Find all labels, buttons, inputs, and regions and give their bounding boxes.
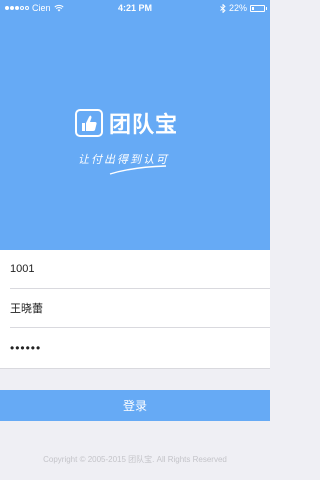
slogan-underline (109, 165, 167, 175)
login-form (0, 250, 270, 368)
app-logo: 团队宝 (75, 107, 178, 139)
app-name: 团队宝 (109, 112, 179, 137)
thumbs-up-logo-icon (75, 109, 103, 137)
battery-percent: 22% (228, 3, 247, 13)
battery-icon (250, 4, 267, 12)
password-input[interactable] (10, 340, 250, 355)
status-bar: Cien 4:21 PM 22% (0, 0, 270, 18)
name-input[interactable] (10, 302, 250, 314)
bluetooth-icon (220, 3, 226, 13)
login-button[interactable]: 登录 (0, 390, 270, 421)
password-field (10, 328, 270, 367)
slogan: 让付出得到认可 (78, 150, 198, 176)
name-field (10, 289, 270, 328)
battery-fill (252, 6, 255, 10)
copyright-text: Copyright © 2005-2015 团队宝. All Rights Re… (43, 455, 227, 464)
account-field (10, 250, 270, 289)
brand-header: Cien 4:21 PM 22% 团队宝 让付出得到认可 (0, 0, 270, 250)
status-right: 22% (220, 3, 267, 13)
account-input[interactable] (10, 263, 250, 275)
form-divider (0, 368, 270, 369)
